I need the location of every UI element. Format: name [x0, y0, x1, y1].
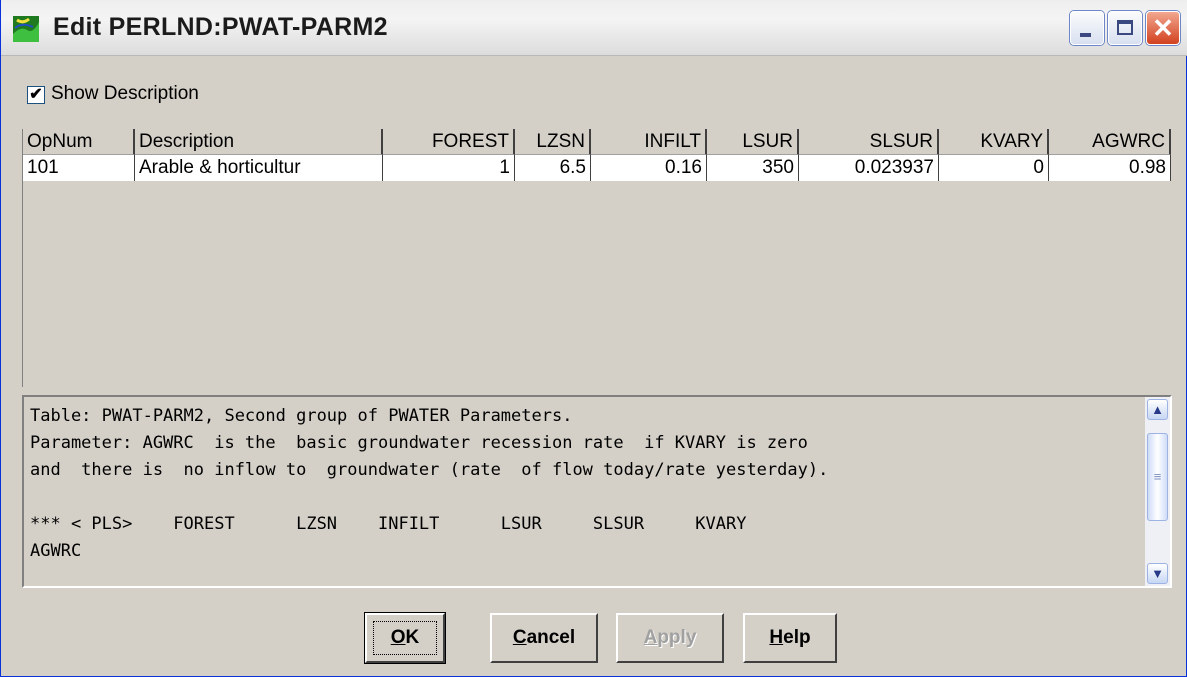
help-button[interactable]: Help	[743, 613, 837, 663]
apply-button[interactable]: Apply	[616, 613, 724, 663]
description-textbox[interactable]: Table: PWAT-PARM2, Second group of PWATE…	[22, 395, 1172, 588]
focus-rectangle	[373, 621, 437, 655]
column-header-agwrc[interactable]: AGWRC	[1049, 129, 1171, 155]
column-header-kvary[interactable]: KVARY	[939, 129, 1049, 155]
description-line: Parameter: AGWRC is the basic groundwate…	[30, 433, 808, 453]
description-line	[30, 484, 828, 511]
minimize-icon	[1080, 33, 1091, 37]
ok-button[interactable]: OK	[364, 612, 446, 664]
vertical-scrollbar[interactable]: ▲ ≡ ▼	[1145, 397, 1170, 586]
column-header-opnum[interactable]: OpNum	[23, 129, 135, 155]
description-line: and there is no inflow to groundwater (r…	[30, 460, 829, 480]
cancel-button[interactable]: Cancel	[490, 613, 598, 663]
column-header-lsur[interactable]: LSUR	[707, 129, 799, 155]
cell-infilt[interactable]: 0.16	[591, 155, 707, 181]
description-text: Table: PWAT-PARM2, Second group of PWATE…	[30, 403, 828, 565]
cancel-mnemonic: C	[512, 627, 527, 648]
title-bar[interactable]: Edit PERLND:PWAT-PARM2 ✕	[1, 0, 1187, 56]
cell-agwrc[interactable]: 0.98	[1049, 155, 1171, 181]
parameter-grid[interactable]: OpNum Description FOREST LZSN INFILT LSU…	[22, 129, 1171, 387]
column-header-lzsn[interactable]: LZSN	[515, 129, 591, 155]
scroll-up-button[interactable]: ▲	[1147, 399, 1168, 420]
description-line: Table: PWAT-PARM2, Second group of PWATE…	[30, 406, 573, 426]
description-line: *** < PLS> FOREST LZSN INFILT LSUR SLSUR…	[30, 514, 747, 534]
apply-mnemonic: A	[643, 627, 658, 648]
grip-icon: ≡	[1153, 469, 1162, 484]
cell-slsur[interactable]: 0.023937	[799, 155, 939, 181]
cell-kvary[interactable]: 0	[939, 155, 1049, 181]
column-header-forest[interactable]: FOREST	[383, 129, 515, 155]
cell-lsur[interactable]: 350	[707, 155, 799, 181]
help-label-rest: elp	[783, 627, 811, 648]
perlnd-app-icon	[13, 16, 39, 42]
cell-opnum[interactable]: 101	[23, 155, 135, 181]
column-header-infilt[interactable]: INFILT	[591, 129, 707, 155]
cell-forest[interactable]: 1	[383, 155, 515, 181]
cell-lzsn[interactable]: 6.5	[515, 155, 591, 181]
maximize-button[interactable]	[1108, 11, 1142, 45]
minimize-button[interactable]	[1070, 11, 1104, 45]
chevron-down-icon: ▼	[1151, 566, 1164, 581]
cell-description[interactable]: Arable & horticultur	[135, 155, 383, 181]
description-line: AGWRC	[30, 541, 82, 561]
close-button[interactable]: ✕	[1146, 11, 1180, 45]
scrollbar-thumb[interactable]: ≡	[1147, 433, 1168, 521]
show-description-checkbox[interactable]: ✔	[27, 86, 45, 104]
column-header-description[interactable]: Description	[135, 129, 383, 155]
column-header-slsur[interactable]: SLSUR	[799, 129, 939, 155]
apply-label-rest: pply	[657, 627, 697, 648]
table-row[interactable]: 101 Arable & horticultur 1 6.5 0.16 350 …	[23, 155, 1171, 181]
close-icon: ✕	[1152, 13, 1174, 43]
help-mnemonic: H	[769, 627, 784, 648]
window-title: Edit PERLND:PWAT-PARM2	[53, 13, 388, 41]
scroll-down-button[interactable]: ▼	[1147, 563, 1168, 584]
maximize-icon	[1117, 20, 1133, 35]
show-description-label[interactable]: Show Description	[51, 83, 199, 105]
edit-dialog-window: Edit PERLND:PWAT-PARM2 ✕ ✔ Show Descript…	[0, 0, 1187, 677]
cancel-label-rest: ancel	[526, 627, 576, 648]
grid-header-row: OpNum Description FOREST LZSN INFILT LSU…	[23, 129, 1171, 155]
chevron-up-icon: ▲	[1151, 402, 1164, 417]
